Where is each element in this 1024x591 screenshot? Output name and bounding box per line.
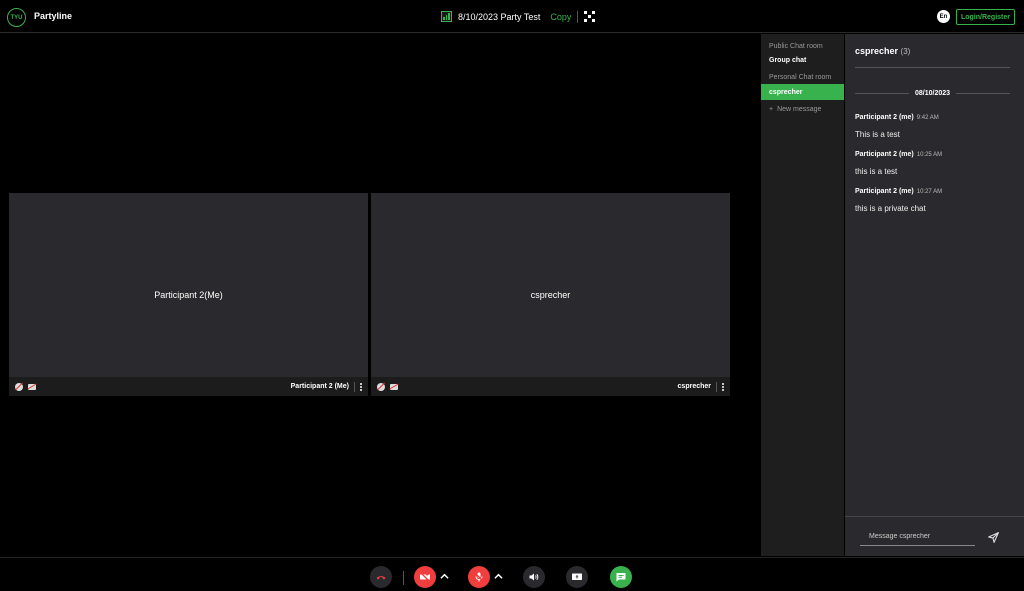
login-register-button[interactable]: Login/Register <box>956 9 1015 25</box>
video-tile-csprecher: csprecher csprecher <box>371 193 730 396</box>
toggle-mic-button[interactable] <box>468 566 490 588</box>
personal-chat-heading: Personal Chat room <box>769 74 832 81</box>
signal-strength-icon <box>441 11 452 22</box>
chat-toggle-button[interactable] <box>610 566 632 588</box>
public-chat-heading: Public Chat room <box>769 43 823 50</box>
screen-share-icon <box>572 573 582 580</box>
date-separator: 08/10/2023 <box>855 88 1011 98</box>
toggle-camera-button[interactable] <box>414 566 436 588</box>
chat-input-area <box>845 516 1024 556</box>
chat-message: Participant 2 (me) 10:27 AM this is a pri… <box>855 180 1015 213</box>
tile-participant-name: Participant 2(Me) <box>154 290 223 300</box>
room-item-csprecher[interactable]: csprecher <box>761 84 844 100</box>
message-input[interactable] <box>860 528 975 546</box>
message-sender: Participant 2 (me) <box>855 151 914 158</box>
meeting-info: 8/10/2023 Party Test Copy <box>441 10 596 23</box>
message-sender: Participant 2 (me) <box>855 188 914 195</box>
chat-message: Participant 2 (me) 9:42 AM This is a test <box>855 106 1015 139</box>
chat-room-list: Public Chat room Group chat Personal Cha… <box>761 34 844 556</box>
speaker-icon <box>529 573 539 581</box>
app-title: Partyline <box>34 11 73 21</box>
message-time: 9:42 AM <box>916 115 939 121</box>
divider <box>855 67 1010 68</box>
chat-date: 08/10/2023 <box>914 89 951 97</box>
hang-up-icon <box>376 576 386 580</box>
tile-footer-name: csprecher <box>677 383 711 390</box>
new-message-label: New message <box>777 106 822 113</box>
top-bar: TYU Partyline 8/10/2023 Party Test Copy … <box>0 0 1024 33</box>
mic-options-chevron-icon[interactable] <box>494 572 503 581</box>
message-text: this is a private chat <box>855 204 926 213</box>
tile-footer-name: Participant 2 (Me) <box>290 383 349 390</box>
language-selector-button[interactable]: En <box>937 10 950 23</box>
camera-off-icon <box>420 572 430 582</box>
tile-footer: csprecher <box>371 377 730 396</box>
video-tile-participant-2: Participant 2(Me) Participant 2 (Me) <box>9 193 368 396</box>
mic-muted-icon <box>377 382 385 391</box>
speaker-button[interactable] <box>523 566 545 588</box>
message-time: 10:25 AM <box>916 152 943 158</box>
plus-icon: + <box>769 106 774 113</box>
more-options-icon[interactable] <box>360 382 362 391</box>
chat-panel: csprecher (3) 08/10/2023 Participant 2 (… <box>845 34 1024 556</box>
tile-participant-name: csprecher <box>530 290 571 300</box>
mic-off-icon <box>474 572 484 582</box>
message-sender: Participant 2 (me) <box>855 114 914 121</box>
new-message-button[interactable]: + New message <box>761 106 844 113</box>
divider <box>577 10 579 23</box>
hang-up-button[interactable] <box>370 566 392 588</box>
camera-off-icon <box>28 384 36 390</box>
send-icon[interactable] <box>987 531 1000 544</box>
divider <box>403 571 404 585</box>
camera-options-chevron-icon[interactable] <box>440 572 449 581</box>
chat-header: csprecher (3) <box>855 46 910 56</box>
call-toolbar <box>0 557 1024 591</box>
chat-message: Participant 2 (me) 10:25 AM this is a tes… <box>855 143 1015 176</box>
app-logo-icon: TYU <box>7 8 26 27</box>
meeting-title: 8/10/2023 Party Test <box>458 11 541 22</box>
chat-icon <box>616 573 626 582</box>
screen-share-button[interactable] <box>566 566 588 588</box>
more-options-icon[interactable] <box>722 382 724 391</box>
message-text: this is a test <box>855 167 898 176</box>
qr-code-icon[interactable] <box>584 11 596 22</box>
tile-footer: Participant 2 (Me) <box>9 377 368 396</box>
room-item-group-chat[interactable]: Group chat <box>761 52 844 68</box>
mic-muted-icon <box>15 382 23 391</box>
camera-off-icon <box>390 384 398 390</box>
message-count: (3) <box>900 47 911 56</box>
divider <box>716 381 717 392</box>
chat-recipient-name: csprecher <box>855 46 899 56</box>
copy-link-button[interactable]: Copy <box>550 12 571 22</box>
divider <box>354 381 355 392</box>
message-text: This is a test <box>855 130 900 139</box>
message-time: 10:27 AM <box>916 189 943 195</box>
